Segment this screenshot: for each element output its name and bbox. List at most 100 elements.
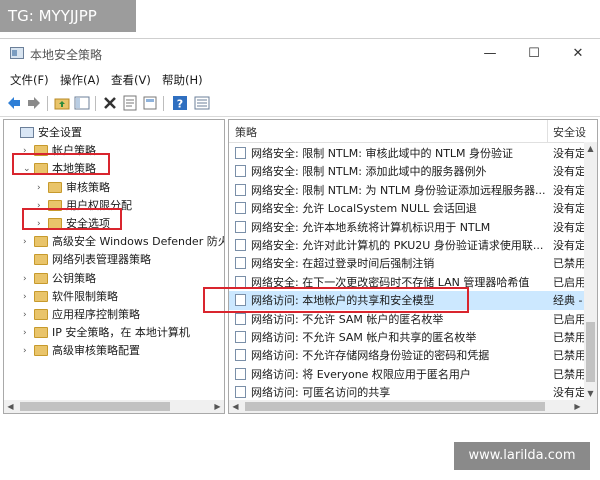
tree-item-label: 应用程序控制策略 bbox=[52, 308, 140, 321]
menu-action[interactable]: 操作(A) bbox=[60, 72, 100, 88]
expand-icon[interactable]: › bbox=[23, 270, 33, 288]
column-header-policy[interactable]: 策略 bbox=[235, 124, 257, 140]
policy-name: 网络安全: 限制 NTLM: 添加此域中的服务器例外 bbox=[251, 165, 487, 179]
tree-item[interactable]: › 高级安全 Windows Defender 防火墙 bbox=[4, 233, 224, 251]
scroll-left-icon[interactable]: ◀ bbox=[4, 400, 17, 413]
minimize-button[interactable]: — bbox=[472, 43, 508, 65]
policy-name: 网络安全: 限制 NTLM: 为 NTLM 身份验证添加远程服务器... bbox=[251, 183, 546, 197]
menu-file[interactable]: 文件(F) bbox=[10, 72, 49, 88]
folder-icon bbox=[48, 181, 62, 193]
scroll-down-icon[interactable]: ▼ bbox=[584, 387, 597, 400]
policy-icon bbox=[235, 367, 246, 380]
properties-icon[interactable] bbox=[122, 95, 138, 111]
scroll-up-icon[interactable]: ▲ bbox=[584, 142, 597, 155]
expand-icon[interactable]: › bbox=[23, 342, 33, 360]
list-hscroll-thumb[interactable] bbox=[245, 402, 545, 411]
tree-item[interactable]: 网络列表管理器策略 bbox=[4, 251, 224, 269]
tree-hscroll-thumb[interactable] bbox=[20, 402, 170, 411]
folder-icon bbox=[34, 327, 48, 339]
sort-up-icon: ⌃ bbox=[387, 119, 394, 126]
table-row[interactable]: 网络安全: 限制 NTLM: 添加此域中的服务器例外 没有定 bbox=[229, 162, 586, 181]
tree-item-label: 软件限制策略 bbox=[52, 289, 118, 303]
policy-icon bbox=[235, 386, 246, 399]
policy-icon bbox=[235, 183, 246, 196]
tree-item-label: 高级安全 Windows Defender 防火墙 bbox=[52, 235, 225, 249]
tree-item-label: 网络列表管理器策略 bbox=[52, 253, 151, 267]
table-row[interactable]: 网络安全: 允许本地系统将计算机标识用于 NTLM 没有定 bbox=[229, 218, 586, 237]
table-row[interactable]: 网络安全: 允许对此计算机的 PKU2U 身份验证请求使用联... 没有定 bbox=[229, 236, 586, 255]
svg-text:?: ? bbox=[177, 98, 183, 111]
policy-icon bbox=[235, 165, 246, 178]
table-row[interactable]: 网络安全: 在超过登录时间后强制注销 已禁用 bbox=[229, 254, 586, 273]
toolbar-separator bbox=[95, 96, 96, 111]
toolbar: ? bbox=[0, 92, 600, 117]
policy-name: 网络安全: 限制 NTLM: 审核此域中的 NTLM 身份验证 bbox=[251, 147, 514, 160]
tree-item-label: 安全设置 bbox=[38, 126, 82, 139]
scroll-right-icon[interactable]: ▶ bbox=[571, 400, 584, 413]
policy-icon bbox=[235, 275, 246, 288]
policy-name: 网络安全: 允许 LocalSystem NULL 会话回退 bbox=[251, 202, 477, 216]
close-button[interactable]: ✕ bbox=[560, 43, 596, 65]
list-vscrollbar[interactable]: ▲ ▼ bbox=[584, 142, 597, 400]
tree-item-label: 公钥策略 bbox=[52, 271, 96, 285]
table-row[interactable]: 网络访问: 将 Everyone 权限应用于匿名用户 已禁用 bbox=[229, 365, 586, 384]
toolbar-separator bbox=[163, 96, 164, 111]
table-row[interactable]: 网络安全: 限制 NTLM: 审核此域中的 NTLM 身份验证 没有定 bbox=[229, 144, 586, 163]
policy-name: 网络访问: 不允许 SAM 帐户和共享的匿名枚举 bbox=[251, 331, 477, 344]
tree-item[interactable]: › 软件限制策略 bbox=[4, 288, 224, 306]
tree-item-label: 审核策略 bbox=[66, 180, 110, 194]
policy-name: 网络安全: 允许对此计算机的 PKU2U 身份验证请求使用联... bbox=[251, 239, 544, 252]
window-title: 本地安全策略 bbox=[30, 48, 103, 62]
security-policy-icon bbox=[10, 47, 24, 59]
watermark-top: TG: MYYJJPP bbox=[0, 0, 136, 32]
expand-icon[interactable]: › bbox=[23, 288, 33, 306]
policy-list[interactable]: 策略 安全设 ⌃ 网络安全: 限制 NTLM: 审核此域中的 NTLM 身份验证… bbox=[228, 119, 598, 414]
policy-name: 网络访问: 将 Everyone 权限应用于匿名用户 bbox=[251, 367, 471, 381]
table-row[interactable]: 网络访问: 不允许存储网络身份验证的密码和凭据 已禁用 bbox=[229, 346, 586, 365]
table-row[interactable]: 网络安全: 允许 LocalSystem NULL 会话回退 没有定 bbox=[229, 199, 586, 218]
policy-name: 网络访问: 不允许存储网络身份验证的密码和凭据 bbox=[251, 349, 490, 363]
policy-name: 网络安全: 在超过登录时间后强制注销 bbox=[251, 257, 435, 271]
delete-icon[interactable] bbox=[102, 95, 118, 111]
expand-icon[interactable]: › bbox=[23, 233, 33, 251]
folder-up-icon[interactable] bbox=[54, 95, 70, 111]
list-vscroll-thumb[interactable] bbox=[586, 322, 595, 382]
export-icon[interactable] bbox=[142, 95, 158, 111]
policy-icon bbox=[235, 257, 246, 270]
list-hscrollbar[interactable]: ◀ ▶ bbox=[229, 400, 597, 413]
folder-icon bbox=[34, 345, 48, 357]
view-icon[interactable] bbox=[194, 95, 210, 111]
help-icon[interactable]: ? bbox=[172, 95, 188, 111]
column-divider[interactable] bbox=[547, 120, 548, 142]
tree-item[interactable]: 安全设置 bbox=[4, 124, 224, 142]
tree-item[interactable]: › 高级审核策略配置 bbox=[4, 342, 224, 360]
tree-item[interactable]: › 应用程序控制策略 bbox=[4, 306, 224, 324]
column-header-setting[interactable]: 安全设 bbox=[553, 124, 586, 140]
expand-icon[interactable]: › bbox=[37, 179, 47, 197]
scroll-left-icon[interactable]: ◀ bbox=[229, 400, 242, 413]
highlight-sharing-model bbox=[203, 287, 469, 313]
table-row[interactable]: 网络访问: 不允许 SAM 帐户和共享的匿名枚举 已禁用 bbox=[229, 328, 586, 347]
policy-icon bbox=[235, 202, 246, 215]
back-icon[interactable] bbox=[6, 95, 22, 111]
forward-icon[interactable] bbox=[26, 95, 42, 111]
tree-item[interactable]: › IP 安全策略，在 本地计算机 bbox=[4, 324, 224, 342]
tree-item[interactable]: › 审核策略 bbox=[4, 179, 224, 197]
security-settings-icon bbox=[20, 127, 34, 138]
scroll-right-icon[interactable]: ▶ bbox=[211, 400, 224, 413]
policy-icon bbox=[235, 220, 246, 233]
tree-item[interactable]: › 公钥策略 bbox=[4, 270, 224, 288]
mmc-window: 本地安全策略 — ☐ ✕ 文件(F) 操作(A) 查看(V) 帮助(H) ? 安… bbox=[0, 38, 600, 443]
menu-help[interactable]: 帮助(H) bbox=[162, 72, 203, 88]
table-row[interactable]: 网络安全: 限制 NTLM: 为 NTLM 身份验证添加远程服务器... 没有定 bbox=[229, 181, 586, 200]
folder-icon bbox=[34, 254, 48, 266]
console-tree-icon[interactable] bbox=[74, 95, 90, 111]
maximize-button[interactable]: ☐ bbox=[516, 43, 552, 65]
policy-icon bbox=[235, 239, 246, 251]
tree-hscrollbar[interactable]: ◀ ▶ bbox=[4, 400, 224, 413]
policy-name: 网络安全: 允许本地系统将计算机标识用于 NTLM bbox=[251, 220, 491, 234]
expand-icon[interactable]: › bbox=[23, 306, 33, 324]
policy-icon bbox=[235, 349, 246, 362]
expand-icon[interactable]: › bbox=[23, 324, 33, 342]
menu-view[interactable]: 查看(V) bbox=[111, 72, 151, 88]
